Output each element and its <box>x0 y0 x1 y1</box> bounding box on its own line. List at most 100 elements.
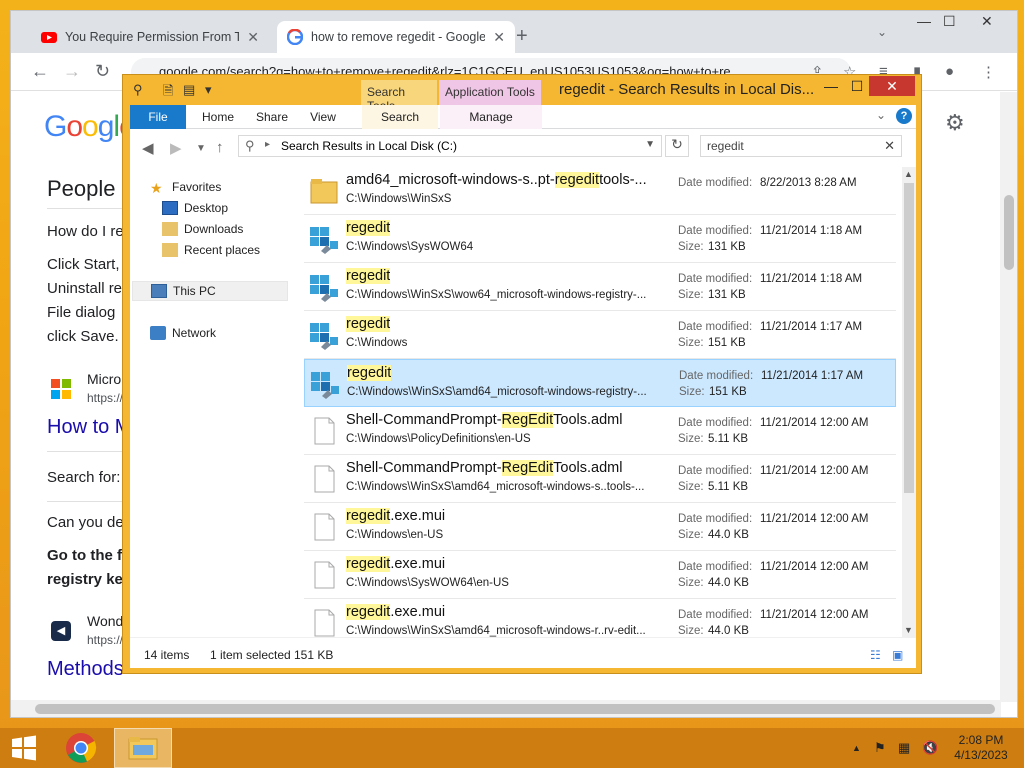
result-row[interactable]: Shell-CommandPrompt-RegEditTools.adml C:\… <box>304 407 896 455</box>
address-dropdown-icon[interactable]: ▼ <box>645 139 655 150</box>
address-bar[interactable]: ⚲ ▸ Search Results in Local Disk (C:) ▼ <box>238 135 662 157</box>
result-name: Shell-CommandPrompt-RegEditTools.adml <box>346 412 622 428</box>
system-clock[interactable]: 2:08 PM 4/13/2023 <box>946 733 1016 763</box>
nav-label: Recent places <box>184 243 261 257</box>
nav-downloads[interactable]: Downloads <box>162 219 243 239</box>
taskbar-chrome[interactable] <box>58 728 104 768</box>
show-hidden-icons-icon[interactable]: ▲ <box>852 743 861 753</box>
new-tab-button[interactable]: + <box>516 25 528 48</box>
forward-arrow-icon[interactable]: ▶ <box>170 139 182 157</box>
tab-file[interactable]: File <box>130 105 186 129</box>
source-name: Wond <box>87 613 124 629</box>
navigation-pane: ★ Favorites Desktop Downloads Recent pla… <box>130 167 296 637</box>
minimize-button[interactable]: — <box>817 78 845 98</box>
nav-favorites[interactable]: ★ Favorites <box>150 177 221 197</box>
result-row[interactable]: regedit.exe.mui C:\Windows\WinSxS\amd64_m… <box>304 599 896 637</box>
profile-icon[interactable]: ● <box>945 63 954 80</box>
tab-search[interactable]: Search <box>362 105 438 129</box>
name-prefix: amd64_microsoft-windows-s..pt- <box>346 172 555 188</box>
result-link[interactable]: Methods <box>47 658 124 681</box>
question-item[interactable]: How do I re <box>47 223 124 240</box>
result-row[interactable]: regedit C:\Windows\WinSxS\amd64_microsoft… <box>304 359 896 407</box>
date-modified-value: 11/21/2014 1:18 AM <box>760 225 863 237</box>
google-icon <box>287 29 303 45</box>
clear-search-icon[interactable]: ✕ <box>884 138 895 154</box>
size-label: Size: <box>678 241 704 253</box>
volume-muted-icon[interactable]: 🔇 <box>922 740 938 756</box>
search-magnifier-icon[interactable]: ⚲ <box>133 82 143 98</box>
close-tab-icon[interactable]: ✕ <box>493 29 505 46</box>
action-center-flag-icon[interactable]: ⚑ <box>874 740 886 756</box>
results-scrollbar[interactable]: ▲ ▼ <box>902 167 916 637</box>
taskbar: ▲ ⚑ ▦ 🔇 2:08 PM 4/13/2023 <box>0 728 1024 768</box>
minimize-button[interactable]: — <box>917 13 931 29</box>
up-arrow-icon[interactable]: ↑ <box>216 139 224 156</box>
network-status-icon[interactable]: ▦ <box>898 740 910 756</box>
close-window-button[interactable]: ✕ <box>981 13 993 30</box>
page-horizontal-scrollbar[interactable] <box>11 700 1001 717</box>
result-row[interactable]: regedit C:\Windows\SysWOW64 Date modified:… <box>304 215 896 263</box>
result-link[interactable]: How to M <box>47 416 131 439</box>
result-row[interactable]: regedit C:\Windows Date modified: 11/21/201… <box>304 311 896 359</box>
tab-google-search[interactable]: how to remove regedit - Google ✕ <box>277 21 515 53</box>
scroll-thumb[interactable] <box>35 704 995 714</box>
size-label: Size: <box>678 625 704 637</box>
breadcrumb-chevron-icon[interactable]: ▸ <box>265 139 270 150</box>
result-row[interactable]: regedit C:\Windows\WinSxS\wow64_microsoft… <box>304 263 896 311</box>
nav-desktop[interactable]: Desktop <box>162 198 228 218</box>
name-suffix: Tools.adml <box>553 460 623 476</box>
back-arrow-icon[interactable]: ← <box>31 61 49 82</box>
scroll-up-icon[interactable]: ▲ <box>904 169 913 179</box>
customize-quick-access-icon[interactable]: ▾ <box>205 82 212 98</box>
search-for-label: Search for: <box>47 469 121 486</box>
result-row[interactable]: regedit.exe.mui C:\Windows\SysWOW64\en-US… <box>304 551 896 599</box>
taskbar-file-explorer[interactable] <box>114 728 172 768</box>
close-tab-icon[interactable]: ✕ <box>247 29 259 46</box>
windows-logo-icon <box>12 735 36 761</box>
tab-search-button[interactable]: ⌄ <box>877 25 887 39</box>
search-input[interactable]: regedit ✕ <box>700 135 902 157</box>
date-modified-value: 8/22/2013 8:28 AM <box>760 177 857 189</box>
size-value: 151 KB <box>708 337 746 349</box>
maximize-button[interactable]: ☐ <box>943 13 956 30</box>
tab-youtube[interactable]: You Require Permission From Tru ✕ <box>31 21 269 53</box>
tab-view[interactable]: View <box>302 105 344 129</box>
close-window-button[interactable]: ✕ <box>869 76 915 96</box>
start-button[interactable] <box>0 728 48 768</box>
star-icon: ★ <box>150 180 163 196</box>
tab-manage[interactable]: Manage <box>440 105 542 129</box>
date-modified-value: 11/21/2014 1:17 AM <box>760 321 863 333</box>
refresh-button[interactable]: ↻ <box>665 135 689 157</box>
tab-home[interactable]: Home <box>192 105 244 129</box>
result-row[interactable]: amd64_microsoft-windows-s..pt-regedittoo… <box>304 167 896 215</box>
expand-ribbon-icon[interactable]: ⌄ <box>876 108 886 122</box>
network-icon <box>150 326 166 340</box>
reload-icon[interactable]: ↻ <box>95 61 110 82</box>
recent-locations-icon[interactable]: ▼ <box>196 143 206 154</box>
search-match-highlight: regedit <box>347 365 392 381</box>
selection-size: 151 KB <box>294 648 334 662</box>
page-vertical-scrollbar[interactable] <box>1000 92 1017 702</box>
result-row[interactable]: regedit.exe.mui C:\Windows\en-US Date modi… <box>304 503 896 551</box>
date-modified-label: Date modified: <box>678 225 753 237</box>
nav-recent-places[interactable]: Recent places <box>162 240 260 260</box>
result-row[interactable]: Shell-CommandPrompt-RegEditTools.adml C:\… <box>304 455 896 503</box>
details-view-icon[interactable]: ☷ <box>870 648 886 662</box>
properties-icon[interactable]: 🗎 <box>163 82 173 104</box>
menu-icon[interactable]: ⋮ <box>981 63 996 81</box>
large-icons-view-icon[interactable]: ▣ <box>892 648 908 662</box>
scroll-thumb[interactable] <box>904 183 914 493</box>
forward-arrow-icon[interactable]: → <box>63 61 81 82</box>
explorer-title-bar: ⚲ 🗎 ▤ ▾ Search Tools Application Tools r… <box>123 75 921 113</box>
nav-this-pc[interactable]: This PC <box>132 281 288 301</box>
scroll-down-icon[interactable]: ▼ <box>904 625 913 635</box>
new-folder-icon[interactable]: ▤ <box>183 82 195 98</box>
tab-share[interactable]: Share <box>248 105 296 129</box>
maximize-button[interactable]: ☐ <box>843 78 871 98</box>
scroll-thumb[interactable] <box>1004 195 1014 270</box>
back-arrow-icon[interactable]: ◀ <box>142 139 154 157</box>
help-icon[interactable]: ? <box>896 108 912 124</box>
nav-network[interactable]: Network <box>150 323 216 343</box>
question-item[interactable]: Can you de <box>47 514 124 531</box>
settings-gear-icon[interactable]: ⚙ <box>945 110 965 136</box>
